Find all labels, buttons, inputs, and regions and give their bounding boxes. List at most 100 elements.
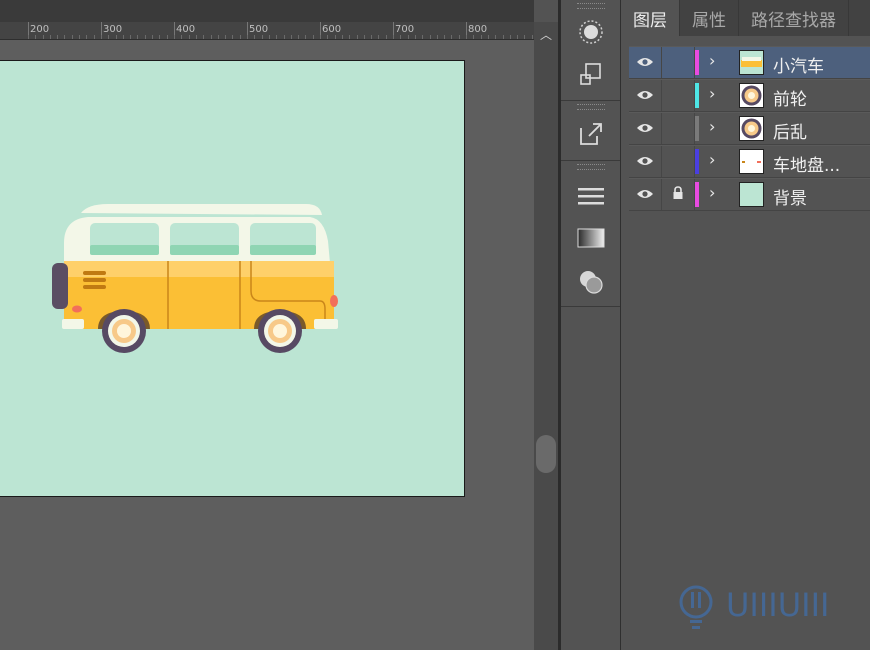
ruler-minor-tick xyxy=(342,35,343,39)
ruler-minor-tick xyxy=(196,35,197,39)
layer-name[interactable]: 后乱 xyxy=(773,118,807,143)
expand-chevron-icon[interactable]: › xyxy=(709,51,715,70)
ruler-minor-tick xyxy=(313,35,314,39)
expand-chevron-icon[interactable]: › xyxy=(709,150,715,169)
lock-toggle[interactable] xyxy=(662,146,695,177)
appearance-icon[interactable] xyxy=(561,12,620,52)
van-illustration[interactable] xyxy=(48,201,348,361)
layers-panel: 图层 属性 路径查找器 › 小汽车 › 前轮 › 后乱 › 车地盘... › 背… xyxy=(621,0,870,650)
expand-chevron-icon[interactable]: › xyxy=(709,117,715,136)
ruler-minor-tick xyxy=(466,35,467,39)
ruler-minor-tick xyxy=(305,35,306,39)
ruler-minor-tick xyxy=(269,35,270,39)
visibility-toggle[interactable] xyxy=(629,179,662,210)
ruler-minor-tick xyxy=(145,35,146,39)
ruler-minor-tick xyxy=(408,35,409,39)
layer-name[interactable]: 小汽车 xyxy=(773,52,824,77)
grip-handle[interactable] xyxy=(577,3,605,9)
ruler-label: 200 xyxy=(30,24,50,35)
lock-toggle[interactable] xyxy=(662,179,695,210)
ruler-minor-tick xyxy=(137,35,138,39)
layer-color-swatch xyxy=(695,50,699,75)
layer-color-swatch xyxy=(695,182,699,207)
ruler-minor-tick xyxy=(64,35,65,39)
layer-color-swatch xyxy=(695,116,699,141)
layer-name[interactable]: 前轮 xyxy=(773,85,807,110)
visibility-toggle[interactable] xyxy=(629,146,662,177)
ruler-minor-tick xyxy=(327,35,328,39)
transform-icon[interactable] xyxy=(561,54,620,94)
layer-row-background[interactable]: › 背景 xyxy=(629,178,870,211)
ruler-label: 400 xyxy=(176,24,196,35)
layer-row-rear-wheel[interactable]: › 后乱 xyxy=(629,112,870,145)
transparency-icon[interactable] xyxy=(561,262,620,302)
expand-chevron-icon[interactable]: › xyxy=(709,84,715,103)
ruler-minor-tick xyxy=(415,35,416,39)
grip-handle[interactable] xyxy=(577,104,605,110)
canvas-area[interactable] xyxy=(0,40,534,650)
watermark-text: UIIIUIII xyxy=(726,586,829,624)
divider xyxy=(561,306,620,307)
panel-tabs: 图层 属性 路径查找器 xyxy=(621,0,870,36)
export-icon[interactable] xyxy=(561,114,620,154)
lock-toggle[interactable] xyxy=(662,47,695,78)
ruler-minor-tick xyxy=(459,35,460,39)
watermark-logo: UIIIUIII xyxy=(679,585,829,629)
horizontal-ruler[interactable]: 200 300 400 500 600 700 800 xyxy=(0,22,534,40)
lock-icon xyxy=(672,185,684,204)
ruler-minor-tick xyxy=(437,35,438,39)
grip-handle[interactable] xyxy=(577,164,605,170)
ruler-minor-tick xyxy=(276,35,277,39)
layer-color-swatch xyxy=(695,149,699,174)
ruler-minor-tick xyxy=(262,35,263,39)
lock-toggle[interactable] xyxy=(662,80,695,111)
ruler-minor-tick xyxy=(495,35,496,39)
visibility-toggle[interactable] xyxy=(629,113,662,144)
layer-row-chassis[interactable]: › 车地盘... xyxy=(629,145,870,178)
lock-toggle[interactable] xyxy=(662,113,695,144)
ruler-minor-tick xyxy=(159,35,160,39)
ruler-minor-tick xyxy=(57,35,58,39)
scrollbar-thumb[interactable] xyxy=(536,435,556,473)
ruler-minor-tick xyxy=(298,35,299,39)
layer-row-front-wheel[interactable]: › 前轮 xyxy=(629,79,870,112)
ruler-minor-tick xyxy=(488,35,489,39)
ruler-minor-tick xyxy=(371,35,372,39)
tab-layers[interactable]: 图层 xyxy=(621,0,680,36)
stroke-icon[interactable] xyxy=(561,176,620,216)
layer-row-car[interactable]: › 小汽车 xyxy=(629,46,870,79)
ruler-minor-tick xyxy=(152,35,153,39)
gradient-icon[interactable] xyxy=(561,218,620,258)
eye-icon xyxy=(636,152,654,171)
layer-name[interactable]: 背景 xyxy=(773,184,807,209)
ruler-minor-tick xyxy=(94,35,95,39)
ruler-minor-tick xyxy=(451,35,452,39)
artboard[interactable] xyxy=(0,60,465,497)
ruler-minor-tick xyxy=(430,35,431,39)
ruler-label: 500 xyxy=(249,24,269,35)
expand-chevron-icon[interactable]: › xyxy=(709,183,715,202)
ruler-minor-tick xyxy=(524,35,525,39)
panel-dock xyxy=(561,0,621,650)
ruler-minor-tick xyxy=(174,35,175,39)
tab-pathfinder[interactable]: 路径查找器 xyxy=(739,0,849,36)
ruler-minor-tick xyxy=(378,35,379,39)
ruler-label: 800 xyxy=(468,24,488,35)
layer-thumbnail xyxy=(739,50,764,75)
vertical-scrollbar[interactable]: ︿ xyxy=(534,22,558,650)
ruler-minor-tick xyxy=(28,35,29,39)
ruler-minor-tick xyxy=(86,35,87,39)
tab-properties[interactable]: 属性 xyxy=(680,0,739,36)
ruler-minor-tick xyxy=(503,35,504,39)
layer-color-swatch xyxy=(695,83,699,108)
layer-list: › 小汽车 › 前轮 › 后乱 › 车地盘... › 背景 xyxy=(629,46,870,211)
ruler-minor-tick xyxy=(320,35,321,39)
layer-thumbnail xyxy=(739,149,764,174)
visibility-toggle[interactable] xyxy=(629,80,662,111)
scroll-up-icon[interactable]: ︿ xyxy=(540,26,552,43)
ruler-minor-tick xyxy=(50,35,51,39)
ruler-minor-tick xyxy=(211,35,212,39)
layer-name[interactable]: 车地盘... xyxy=(773,151,840,176)
ruler-minor-tick xyxy=(291,35,292,39)
visibility-toggle[interactable] xyxy=(629,47,662,78)
